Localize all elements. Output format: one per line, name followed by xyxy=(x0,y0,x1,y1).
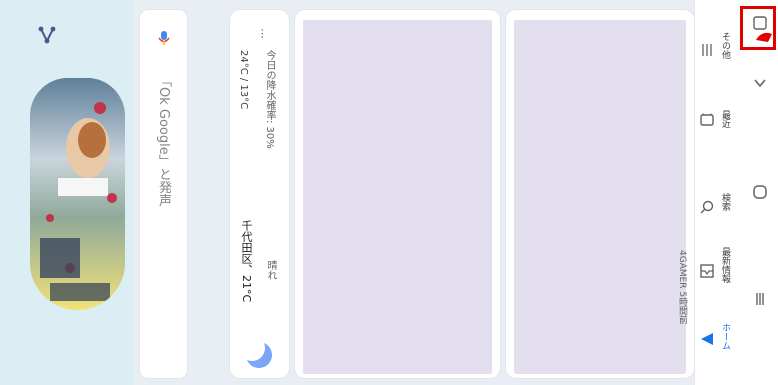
google-assistant-icon[interactable] xyxy=(156,30,172,46)
nav-updates[interactable]: 最新情報 xyxy=(695,235,742,315)
feed-source-partial: 4GAMER 5時間前 xyxy=(677,250,687,325)
nav-recent-label: 最近 xyxy=(720,110,730,128)
search-box[interactable]: 「Ok Google」と発声 xyxy=(140,10,187,378)
home-icon xyxy=(701,333,713,345)
recent-tabs-icon xyxy=(700,113,714,126)
weather-location: 千代田区、21°C xyxy=(240,220,253,303)
nav-search[interactable]: 検索 xyxy=(695,165,742,245)
weather-rain: 今日の降水確率: 30% xyxy=(264,50,275,149)
share-icon[interactable] xyxy=(38,26,56,44)
chevron-down-icon[interactable] xyxy=(753,76,767,90)
nav-updates-label: 最新情報 xyxy=(720,247,730,283)
nav-more-label: その他 xyxy=(720,32,730,59)
google-doodle-panel xyxy=(0,0,133,385)
search-hint: 「Ok Google」と発声 xyxy=(156,74,171,207)
nav-recent[interactable]: 最近 xyxy=(695,80,742,160)
feed-card-image-placeholder xyxy=(514,20,686,374)
nav-more[interactable]: その他 xyxy=(695,0,742,80)
feed-card-2[interactable]: 4GAMER 5時間前 xyxy=(506,10,694,378)
nav-home-label: ホーム xyxy=(720,323,730,350)
weather-condition: 晴れ xyxy=(265,260,276,280)
feed-card-1[interactable] xyxy=(295,10,500,378)
weather-card[interactable]: ⋯ 24°C / 13°C 今日の降水確率: 30% 千代田区、21°C 晴れ xyxy=(230,10,289,378)
moon-icon xyxy=(244,340,272,368)
home-button-icon[interactable] xyxy=(752,184,768,200)
weather-temps: 24°C / 13°C xyxy=(238,50,249,110)
recents-button-icon[interactable] xyxy=(753,292,767,306)
nav-home[interactable]: ホーム xyxy=(695,305,742,385)
inbox-icon xyxy=(700,264,714,278)
search-icon xyxy=(700,200,714,214)
more-options-icon[interactable]: ⋯ xyxy=(256,28,269,40)
system-navigation-bar xyxy=(741,0,778,385)
bottom-navigation: ホーム 最新情報 検索 最近 その他 xyxy=(694,0,742,385)
nav-search-label: 検索 xyxy=(720,193,730,211)
google-doodle-image[interactable] xyxy=(30,78,125,310)
pointer-cursor-icon xyxy=(756,32,772,42)
menu-icon xyxy=(702,44,712,56)
feed-card-image-placeholder xyxy=(303,20,492,374)
